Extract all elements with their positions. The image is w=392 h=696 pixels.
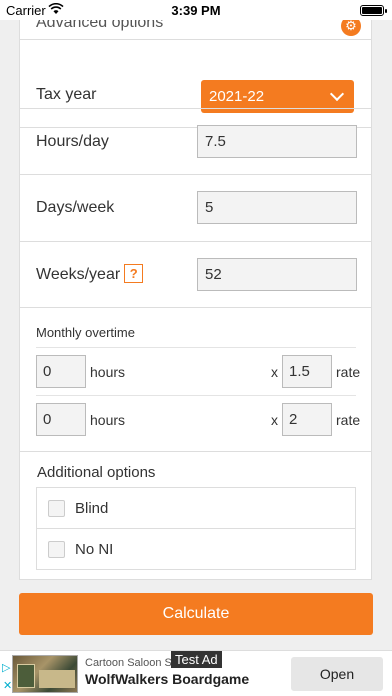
no-ni-checkbox[interactable] bbox=[48, 541, 65, 558]
battery-icon bbox=[360, 5, 387, 16]
weeks-year-row: Weeks/year? 52 bbox=[20, 242, 371, 308]
overtime-row-2: 0 hours x 2 rate bbox=[36, 395, 360, 443]
multiply-sign: x bbox=[271, 364, 278, 380]
overtime-hours-input-2[interactable]: 0 bbox=[36, 403, 86, 436]
advanced-options-label: Advanced options bbox=[36, 20, 164, 31]
days-week-row: Days/week 5 bbox=[20, 175, 371, 242]
weeks-year-input[interactable]: 52 bbox=[197, 258, 357, 291]
hours-unit-label: hours bbox=[90, 412, 126, 428]
rate-unit-label: rate bbox=[336, 412, 361, 428]
multiply-sign: x bbox=[271, 412, 278, 428]
close-icon[interactable]: ✕ bbox=[3, 679, 12, 692]
ad-image[interactable] bbox=[12, 655, 78, 693]
ad-banner[interactable]: ▷ ✕ Cartoon Saloon Store Test Ad WolfWal… bbox=[0, 650, 392, 696]
chevron-down-icon bbox=[329, 86, 345, 102]
days-week-input[interactable]: 5 bbox=[197, 191, 357, 224]
monthly-overtime-label: Monthly overtime bbox=[36, 325, 135, 340]
overtime-section: Monthly overtime 0 hours x 1.5 rate 0 ho… bbox=[20, 308, 371, 452]
weeks-year-label-group: Weeks/year? bbox=[36, 264, 144, 284]
tax-year-value: 2021-22 bbox=[209, 88, 265, 105]
help-icon[interactable]: ? bbox=[124, 264, 144, 283]
option-no-ni[interactable]: No NI bbox=[37, 529, 355, 570]
blind-label: Blind bbox=[75, 500, 109, 517]
additional-options-section: Additional options Blind No NI bbox=[20, 452, 371, 580]
no-ni-label: No NI bbox=[75, 541, 114, 558]
blind-checkbox[interactable] bbox=[48, 500, 65, 517]
days-week-label: Days/week bbox=[36, 199, 115, 216]
advanced-options-header[interactable]: Advanced options ⚙ bbox=[20, 20, 371, 40]
settings-card: Advanced options ⚙ Tax year 2021-22 Hour… bbox=[19, 20, 372, 580]
calculate-button[interactable]: Calculate bbox=[19, 593, 373, 635]
overtime-hours-input-1[interactable]: 0 bbox=[36, 355, 86, 388]
clock: 3:39 PM bbox=[171, 3, 221, 18]
ad-title: WolfWalkers Boardgame bbox=[85, 671, 250, 687]
gear-icon[interactable]: ⚙ bbox=[341, 20, 361, 36]
ad-open-button[interactable]: Open bbox=[291, 657, 383, 691]
additional-options-label: Additional options bbox=[37, 464, 156, 481]
overtime-rate-input-1[interactable]: 1.5 bbox=[282, 355, 332, 388]
overtime-rate-input-2[interactable]: 2 bbox=[282, 403, 332, 436]
hours-day-label: Hours/day bbox=[36, 133, 109, 150]
option-blind[interactable]: Blind bbox=[37, 488, 355, 529]
overtime-row-1: 0 hours x 1.5 rate bbox=[36, 347, 360, 395]
hours-day-input[interactable]: 7.5 bbox=[197, 125, 357, 158]
adchoices-icon[interactable]: ▷ bbox=[2, 661, 12, 674]
tax-year-label: Tax year bbox=[36, 86, 97, 103]
hours-unit-label: hours bbox=[90, 364, 126, 380]
weeks-year-label: Weeks/year bbox=[36, 266, 121, 283]
test-ad-tag: Test Ad bbox=[171, 651, 222, 668]
status-bar: Carrier 3:39 PM bbox=[0, 0, 392, 20]
additional-options-list: Blind No NI bbox=[36, 487, 356, 570]
rate-unit-label: rate bbox=[336, 364, 361, 380]
hours-day-row: Hours/day 7.5 bbox=[20, 108, 371, 175]
